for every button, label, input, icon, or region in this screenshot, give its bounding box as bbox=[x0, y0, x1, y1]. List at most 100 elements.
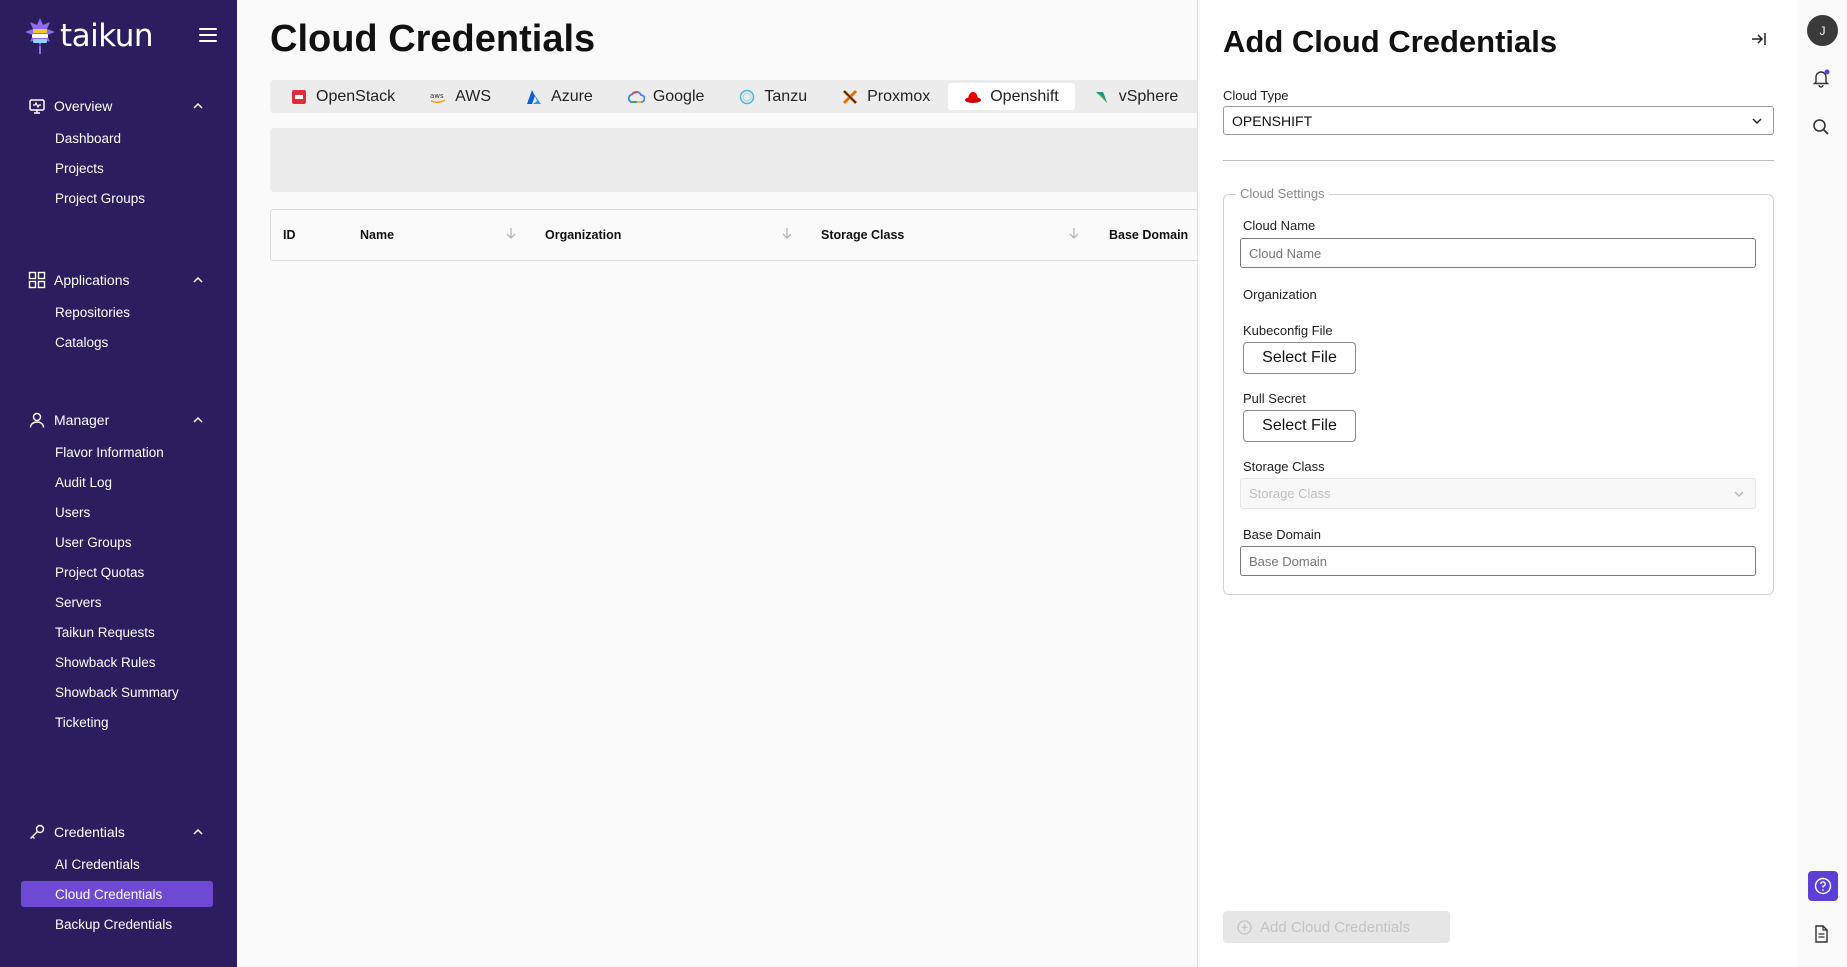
sidebar-section-applications: Applications Repositories Catalogs bbox=[0, 265, 237, 359]
sidebar-item-cloud-credentials[interactable]: Cloud Credentials bbox=[21, 881, 213, 907]
sidebar-section-title: Manager bbox=[54, 412, 110, 428]
help-button[interactable] bbox=[1808, 871, 1838, 901]
sidebar-item-audit-log[interactable]: Audit Log bbox=[21, 469, 213, 495]
monitor-icon bbox=[29, 99, 45, 114]
chevron-up-icon[interactable] bbox=[193, 101, 203, 111]
main-content: Cloud Credentials OpenStack aws AWS Azur… bbox=[237, 0, 1260, 967]
column-header-name[interactable]: Name bbox=[360, 228, 394, 242]
tab-label: Google bbox=[652, 87, 705, 105]
tab-label: Proxmox bbox=[867, 87, 931, 105]
sidebar-section-manager: Manager Flavor Information Audit Log Use… bbox=[0, 405, 237, 739]
document-icon[interactable] bbox=[1811, 924, 1831, 944]
column-header-id[interactable]: ID bbox=[283, 228, 296, 242]
tab-proxmox[interactable]: Proxmox bbox=[825, 83, 946, 110]
collapse-drawer-icon[interactable] bbox=[1750, 30, 1768, 48]
cloud-type-select[interactable]: OPENSHIFT bbox=[1223, 106, 1774, 135]
sidebar-section-header[interactable]: Overview bbox=[0, 91, 237, 121]
cloud-name-input[interactable] bbox=[1240, 238, 1756, 268]
plus-circle-icon bbox=[1237, 919, 1252, 935]
tab-aws[interactable]: aws AWS bbox=[413, 83, 507, 110]
chevron-up-icon[interactable] bbox=[193, 275, 203, 285]
pull-secret-select-file-button[interactable]: Select File bbox=[1243, 410, 1356, 442]
sidebar-item-taikun-requests[interactable]: Taikun Requests bbox=[21, 619, 213, 645]
kubeconfig-select-file-button[interactable]: Select File bbox=[1243, 342, 1356, 374]
sidebar-item-catalogs[interactable]: Catalogs bbox=[21, 329, 213, 355]
cloud-type-value: OPENSHIFT bbox=[1232, 113, 1313, 129]
tab-label: Azure bbox=[551, 87, 593, 105]
storage-class-label: Storage Class bbox=[1243, 459, 1325, 474]
tab-azure[interactable]: Azure bbox=[509, 83, 609, 110]
sidebar-section-title: Applications bbox=[54, 272, 130, 288]
cloud-tabs: OpenStack aws AWS Azure Google Tanzu Pro… bbox=[270, 80, 1250, 113]
chevron-up-icon[interactable] bbox=[193, 415, 203, 425]
column-header-organization[interactable]: Organization bbox=[545, 228, 621, 242]
tanzu-icon bbox=[738, 89, 756, 105]
sort-arrow-icon[interactable] bbox=[1068, 226, 1080, 240]
credentials-table: ID Name Organization Storage Class Base … bbox=[270, 209, 1260, 261]
svg-text:aws: aws bbox=[430, 92, 444, 100]
sidebar-item-showback-summary[interactable]: Showback Summary bbox=[21, 679, 213, 705]
column-header-storage-class[interactable]: Storage Class bbox=[821, 228, 904, 242]
tab-google[interactable]: Google bbox=[611, 83, 721, 110]
vsphere-icon bbox=[1093, 89, 1111, 105]
page-title: Cloud Credentials bbox=[270, 18, 596, 60]
cloud-name-label: Cloud Name bbox=[1243, 218, 1316, 233]
tab-label: vSphere bbox=[1118, 87, 1179, 105]
tab-label: AWS bbox=[455, 87, 492, 105]
logo[interactable]: taikun bbox=[22, 14, 217, 58]
add-cloud-credentials-button[interactable]: Add Cloud Credentials bbox=[1223, 911, 1450, 943]
user-icon bbox=[29, 412, 45, 428]
drawer-title: Add Cloud Credentials bbox=[1223, 24, 1558, 59]
redhat-icon bbox=[964, 89, 982, 105]
add-cloud-credentials-drawer: Add Cloud Credentials Cloud Type OPENSHI… bbox=[1197, 0, 1797, 967]
logo-text: taikun bbox=[60, 18, 154, 54]
sidebar-item-ai-credentials[interactable]: AI Credentials bbox=[21, 851, 213, 877]
sort-arrow-icon[interactable] bbox=[781, 226, 793, 240]
tab-label: Openshift bbox=[990, 87, 1059, 105]
storage-class-placeholder: Storage Class bbox=[1249, 486, 1331, 501]
tab-label: Tanzu bbox=[764, 87, 808, 105]
sidebar-item-project-groups[interactable]: Project Groups bbox=[21, 185, 213, 211]
key-icon bbox=[30, 824, 45, 839]
search-icon[interactable] bbox=[1811, 117, 1831, 137]
sidebar-item-projects[interactable]: Projects bbox=[21, 155, 213, 181]
sidebar: taikun Overview Dashboard Projects Proje… bbox=[0, 0, 237, 967]
sort-arrow-icon[interactable] bbox=[505, 226, 517, 240]
tab-openstack[interactable]: OpenStack bbox=[274, 83, 411, 110]
notification-bell-icon[interactable] bbox=[1811, 68, 1831, 88]
google-cloud-icon bbox=[627, 89, 645, 105]
sidebar-section-header[interactable]: Manager bbox=[0, 405, 237, 435]
menu-toggle-icon[interactable] bbox=[199, 28, 217, 42]
storage-class-select[interactable]: Storage Class bbox=[1240, 478, 1756, 509]
organization-label: Organization bbox=[1243, 287, 1317, 302]
sidebar-section-credentials: Credentials AI Credentials Cloud Credent… bbox=[0, 817, 237, 941]
sidebar-item-flavor-information[interactable]: Flavor Information bbox=[21, 439, 213, 465]
sidebar-item-project-quotas[interactable]: Project Quotas bbox=[21, 559, 213, 585]
taikun-logo-icon bbox=[25, 18, 55, 54]
column-header-base-domain[interactable]: Base Domain bbox=[1109, 228, 1188, 242]
sidebar-section-header[interactable]: Credentials bbox=[0, 817, 237, 847]
grid-icon bbox=[28, 271, 46, 289]
sidebar-item-user-groups[interactable]: User Groups bbox=[21, 529, 213, 555]
tab-tanzu[interactable]: Tanzu bbox=[722, 83, 823, 110]
sidebar-section-header[interactable]: Applications bbox=[0, 265, 237, 295]
base-domain-input[interactable] bbox=[1240, 546, 1756, 576]
chevron-up-icon[interactable] bbox=[193, 827, 203, 837]
avatar[interactable]: J bbox=[1807, 15, 1838, 46]
sidebar-item-showback-rules[interactable]: Showback Rules bbox=[21, 649, 213, 675]
sidebar-item-backup-credentials[interactable]: Backup Credentials bbox=[21, 911, 213, 937]
tab-vsphere[interactable]: vSphere bbox=[1077, 83, 1195, 110]
sidebar-item-repositories[interactable]: Repositories bbox=[21, 299, 213, 325]
azure-icon bbox=[525, 89, 543, 105]
cloud-settings-legend: Cloud Settings bbox=[1236, 186, 1329, 201]
sidebar-item-users[interactable]: Users bbox=[21, 499, 213, 525]
sidebar-item-servers[interactable]: Servers bbox=[21, 589, 213, 615]
kubeconfig-label: Kubeconfig File bbox=[1243, 323, 1333, 338]
chevron-down-icon bbox=[1734, 491, 1744, 498]
sidebar-item-dashboard[interactable]: Dashboard bbox=[21, 125, 213, 151]
proxmox-icon bbox=[841, 89, 859, 105]
sidebar-item-ticketing[interactable]: Ticketing bbox=[21, 709, 213, 735]
tab-openshift[interactable]: Openshift bbox=[948, 83, 1075, 110]
divider bbox=[1223, 160, 1774, 161]
sidebar-section-overview: Overview Dashboard Projects Project Grou… bbox=[0, 91, 237, 215]
